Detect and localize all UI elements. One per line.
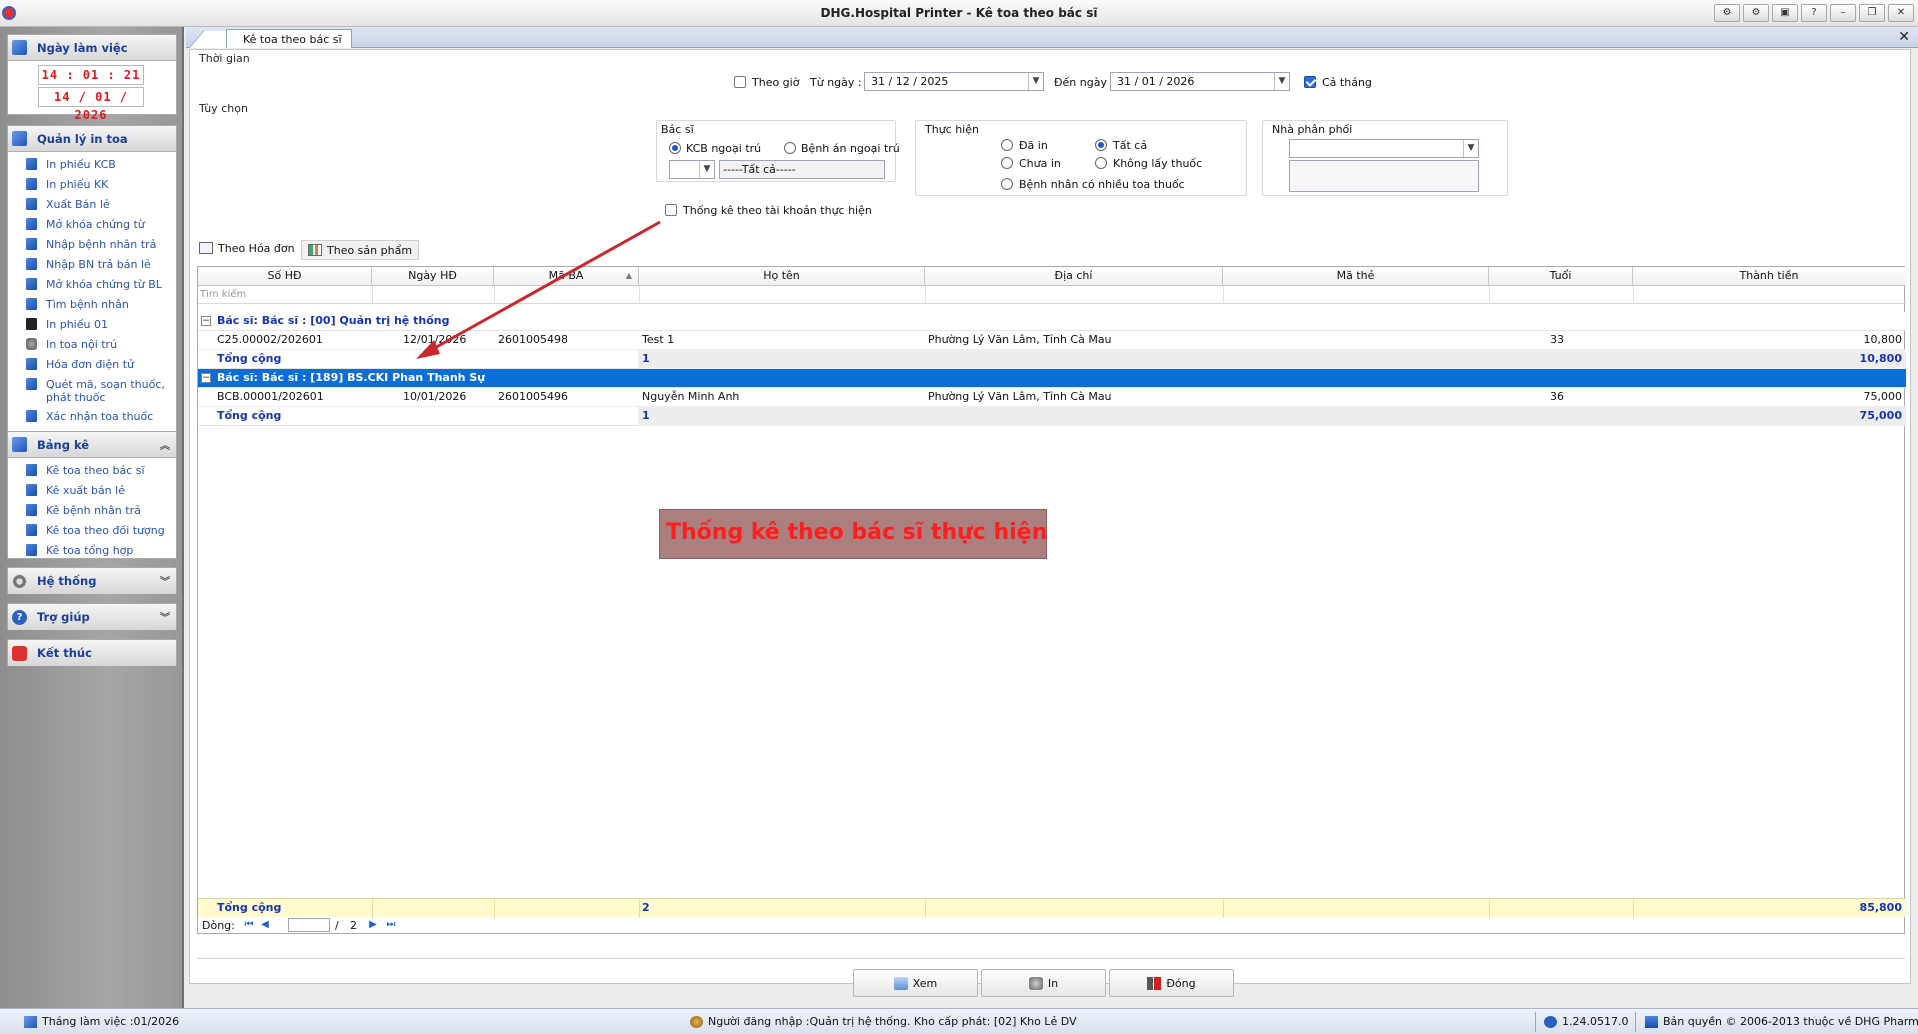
calendar-icon (24, 1016, 37, 1028)
status-version: 1.24.0517.0 (1544, 1015, 1628, 1028)
exit-door-icon (1147, 976, 1162, 990)
printer-icon (1028, 976, 1043, 990)
status-copyright: Bản quyền © 2006-2013 thuộc về DHG Pharm… (1645, 1015, 1918, 1028)
arrow-head (416, 340, 440, 359)
status-user: Người đăng nhập :Quản trị hệ thống. Kho … (690, 1015, 1077, 1028)
annotation-label: Thống kê theo bác sĩ thực hiện (659, 509, 1047, 559)
monitor-icon (893, 976, 908, 990)
users-icon (690, 1016, 703, 1028)
view-button[interactable]: Xem (853, 969, 978, 997)
arrow-line (423, 220, 661, 356)
print-button[interactable]: In (981, 969, 1106, 997)
close-button[interactable]: Đóng (1109, 969, 1234, 997)
status-bar: Tháng làm việc :01/2026 Người đăng nhập … (0, 1008, 1918, 1034)
company-icon (1645, 1016, 1658, 1028)
info-icon (1544, 1016, 1557, 1028)
status-month: Tháng làm việc :01/2026 (24, 1015, 179, 1028)
